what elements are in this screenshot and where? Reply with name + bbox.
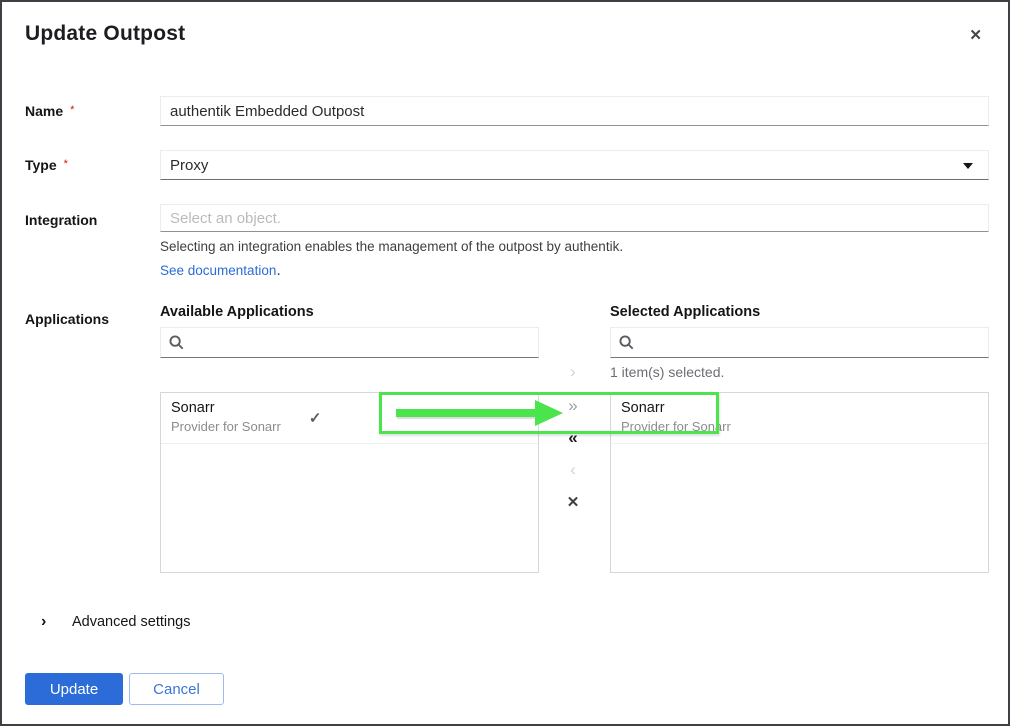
page-title: Update Outpost [25, 22, 185, 46]
update-outpost-modal: Update Outpost ✕ Name * Type * Proxy Integ… [0, 0, 1010, 726]
chevron-down-icon [963, 163, 973, 169]
applications-label: Applications [25, 311, 109, 327]
name-input[interactable] [160, 96, 989, 126]
type-label: Type [25, 157, 57, 173]
available-item-texts: Sonarr Provider for Sonarr [171, 399, 281, 436]
advanced-settings-toggle[interactable]: Advanced settings [72, 614, 191, 630]
see-documentation-link[interactable]: See documentation [160, 263, 276, 278]
type-required-marker: * [64, 158, 68, 170]
cancel-button[interactable]: Cancel [129, 673, 224, 705]
check-icon: ✓ [309, 409, 322, 427]
selected-list-item-sonarr[interactable]: Sonarr Provider for Sonarr [611, 393, 988, 444]
selected-applications-list: Sonarr Provider for Sonarr [610, 392, 989, 573]
update-button[interactable]: Update [25, 673, 123, 705]
integration-input[interactable] [160, 204, 989, 232]
move-all-left-button[interactable]: « [560, 429, 586, 446]
selected-search-input[interactable] [641, 335, 980, 351]
integration-label: Integration [25, 212, 97, 228]
move-all-right-button[interactable]: » [560, 397, 586, 414]
search-icon [619, 335, 634, 350]
selected-applications-header: Selected Applications [610, 304, 760, 320]
available-applications-header: Available Applications [160, 304, 314, 320]
clear-selection-button[interactable]: ✕ [560, 495, 586, 510]
available-item-subtitle: Provider for Sonarr [171, 418, 281, 436]
selected-item-texts: Sonarr Provider for Sonarr [621, 399, 731, 436]
annotation-arrow-head-icon [535, 400, 563, 426]
name-required-marker: * [70, 104, 74, 116]
name-label-row: Name * [25, 103, 74, 121]
available-list-item-sonarr[interactable]: Sonarr Provider for Sonarr ✓ [161, 393, 538, 444]
integration-doc-row: See documentation. [160, 262, 281, 280]
available-applications-list: Sonarr Provider for Sonarr ✓ [160, 392, 539, 573]
close-icon[interactable]: ✕ [969, 28, 982, 43]
move-right-button[interactable]: › [560, 363, 586, 380]
available-search-input[interactable] [191, 335, 530, 351]
selected-item-subtitle: Provider for Sonarr [621, 418, 731, 436]
selected-count-status: 1 item(s) selected. [610, 364, 724, 380]
available-item-title: Sonarr [171, 399, 281, 418]
type-select-value: Proxy [170, 157, 208, 174]
search-icon [169, 335, 184, 350]
type-label-row: Type * [25, 157, 68, 175]
chevron-right-icon[interactable]: › [41, 612, 46, 631]
move-left-button[interactable]: ‹ [560, 461, 586, 478]
integration-help-text: Selecting an integration enables the man… [160, 239, 623, 254]
type-select[interactable]: Proxy [160, 150, 989, 180]
selected-item-title: Sonarr [621, 399, 731, 418]
doc-link-period: . [276, 262, 280, 279]
available-search-box [160, 327, 539, 358]
name-label: Name [25, 103, 63, 119]
selected-search-box [610, 327, 989, 358]
